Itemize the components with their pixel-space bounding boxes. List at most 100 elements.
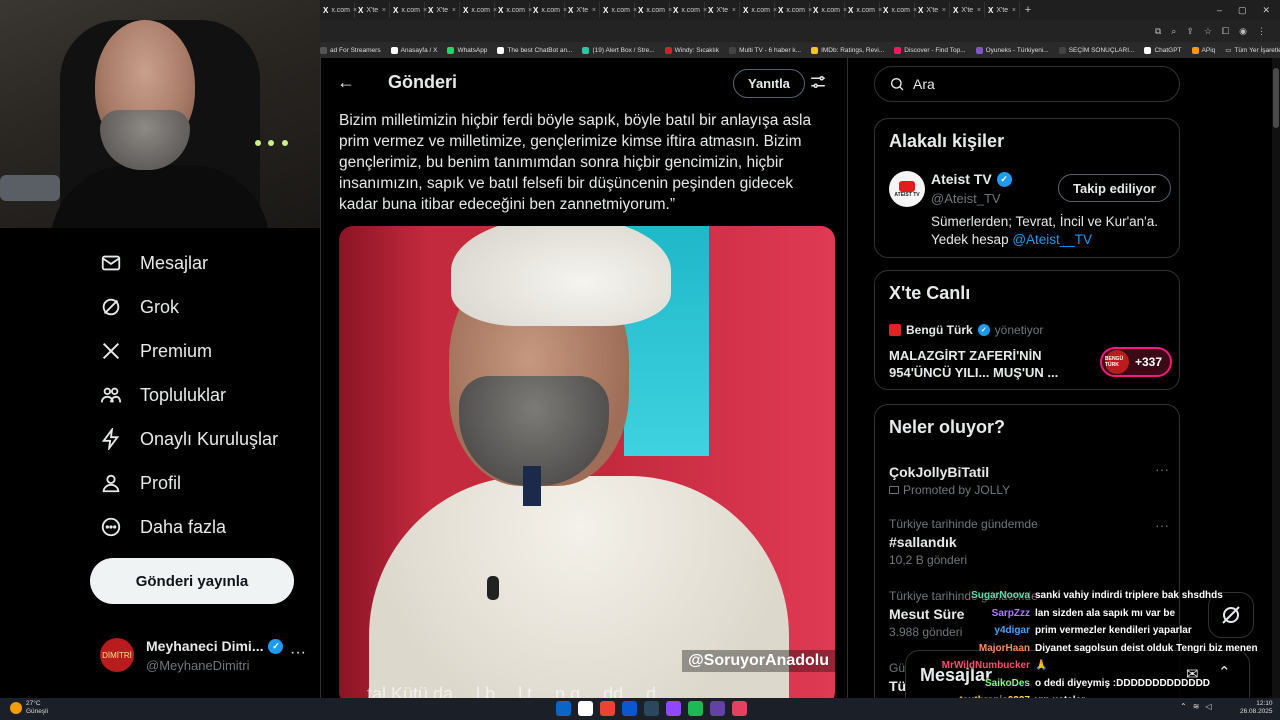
- taskbar-app-icon[interactable]: [710, 701, 725, 716]
- taskbar-app-icon[interactable]: [644, 701, 659, 716]
- browser-tab[interactable]: X X'te ×: [355, 2, 390, 18]
- search-input[interactable]: [913, 76, 1163, 92]
- taskbar-app-icon[interactable]: [688, 701, 703, 716]
- profile-icon[interactable]: ◉: [1239, 26, 1247, 37]
- reply-button[interactable]: Yanıtla: [733, 69, 805, 98]
- live-host[interactable]: Bengü Türk ✓ yönetiyor: [889, 323, 1043, 337]
- trend-more-icon[interactable]: ···: [1155, 461, 1169, 477]
- bookmark-item[interactable]: SEÇİM SONUÇLARI...: [1058, 46, 1134, 54]
- bookmark-item[interactable]: Oyuneks - Türkiyeni...: [975, 46, 1049, 54]
- maximize-icon[interactable]: ▢: [1238, 5, 1247, 16]
- minimize-icon[interactable]: –: [1217, 5, 1222, 16]
- close-tab-icon[interactable]: ×: [592, 7, 596, 14]
- browser-tab[interactable]: Xx.com ×: [740, 2, 777, 18]
- browser-tab[interactable]: Xx.com ×: [530, 2, 567, 18]
- post-button[interactable]: Gönderi yayınla: [90, 558, 294, 604]
- bio-link[interactable]: @Ateist__TV: [1012, 232, 1092, 247]
- browser-tab[interactable]: Xx.com ×: [775, 2, 812, 18]
- sidebar-item-verified-orgs[interactable]: Onaylı Kuruluşlar: [100, 428, 278, 450]
- browser-tab[interactable]: Xx.com ×: [880, 2, 917, 18]
- bookmark-item[interactable]: Discover - Find Top...: [894, 46, 966, 54]
- browser-tab[interactable]: Xx.com ×: [810, 2, 847, 18]
- related-people-title: Alakalı kişiler: [889, 131, 1005, 151]
- bookmark-item[interactable]: The best ChatBot an...: [497, 46, 572, 54]
- browser-tab[interactable]: Xx.com ×: [320, 2, 357, 18]
- account-more-icon[interactable]: ···: [290, 644, 306, 662]
- zoom-icon[interactable]: ⌕: [1171, 26, 1176, 37]
- weather-widget[interactable]: 27°C Güneşli: [10, 700, 48, 716]
- wifi-icon[interactable]: ≋: [1193, 702, 1200, 711]
- taskbar-app-icon[interactable]: [622, 701, 637, 716]
- related-name-row[interactable]: Ateist TV ✓: [931, 171, 1012, 187]
- bookmark-item[interactable]: ChatGPT: [1144, 46, 1182, 54]
- close-window-icon[interactable]: ✕: [1262, 5, 1270, 16]
- browser-tab[interactable]: Xx.com ×: [845, 2, 882, 18]
- taskbar-app-icon[interactable]: [666, 701, 681, 716]
- close-tab-icon[interactable]: ×: [977, 7, 981, 14]
- live-headline[interactable]: MALAZGİRT ZAFERİ'NİN 954'ÜNCÜ YILI... MU…: [889, 347, 1079, 381]
- all-bookmarks[interactable]: ▭Tüm Yer İşaretleri: [1225, 46, 1280, 55]
- browser-tab[interactable]: X X'te ×: [565, 2, 600, 18]
- search-box[interactable]: [874, 66, 1180, 102]
- volume-icon[interactable]: ◁: [1205, 702, 1211, 711]
- bookmark-item[interactable]: (19) Alert Box / Stre...: [582, 46, 655, 54]
- sidebar-item-premium[interactable]: Premium: [100, 340, 212, 362]
- bookmark-item[interactable]: WhatsApp: [447, 46, 487, 54]
- clock[interactable]: 12:10 26.08.2025: [1240, 700, 1273, 716]
- close-tab-icon[interactable]: ×: [732, 7, 736, 14]
- avatar[interactable]: ATEIST TV: [889, 171, 925, 207]
- sidebar-item-profile[interactable]: Profil: [100, 472, 181, 494]
- bookmark-item[interactable]: Windy: Sıcaklık: [664, 46, 719, 54]
- post-video[interactable]: @SoruyorAnadolu …tal Kütü da …l b …l t ……: [339, 226, 835, 706]
- browser-tab[interactable]: Xx.com ×: [600, 2, 637, 18]
- taskbar-app-icon[interactable]: [578, 701, 593, 716]
- close-tab-icon[interactable]: ×: [1012, 7, 1016, 14]
- browser-tab[interactable]: Xx.com ×: [390, 2, 427, 18]
- trend-more-icon[interactable]: ···: [1155, 517, 1169, 533]
- bookmark-item[interactable]: ad For Streamers: [320, 46, 381, 54]
- trend-item[interactable]: ÇokJollyBiTatil Promoted by JOLLY ···: [889, 461, 1169, 497]
- browser-tab[interactable]: Xx.com ×: [635, 2, 672, 18]
- browser-tab[interactable]: X X'te ×: [705, 2, 740, 18]
- share-icon[interactable]: ⇪: [1186, 26, 1194, 37]
- close-tab-icon[interactable]: ×: [382, 7, 386, 14]
- scrollbar-thumb[interactable]: [1273, 68, 1279, 128]
- bookmark-favicon-icon: [447, 46, 455, 54]
- browser-tab[interactable]: X X'te ×: [985, 2, 1020, 18]
- sliders-icon[interactable]: [809, 73, 827, 91]
- browser-tab[interactable]: Xx.com ×: [460, 2, 497, 18]
- sidebar-item-grok[interactable]: Grok: [100, 296, 179, 318]
- browser-menu-icon[interactable]: ⋮: [1257, 26, 1266, 37]
- browser-tab[interactable]: X X'te ×: [425, 2, 460, 18]
- new-tab-button[interactable]: +: [1020, 4, 1036, 16]
- sidebar-item-more[interactable]: Daha fazla: [100, 516, 226, 538]
- tray-chevron-icon[interactable]: ⌃: [1180, 702, 1187, 711]
- live-join-pill[interactable]: BENGÜ TÜRK +337: [1100, 347, 1173, 377]
- promoted-text: Promoted by JOLLY: [903, 483, 1011, 497]
- bookmark-item[interactable]: Multi TV - 6 haber k...: [729, 46, 801, 54]
- trend-item[interactable]: Türkiye tarihinde gündemde #sallandık 10…: [889, 517, 1169, 567]
- browser-tab[interactable]: X X'te ×: [950, 2, 985, 18]
- clock-date: 26.08.2025: [1240, 708, 1273, 715]
- following-button[interactable]: Takip ediliyor: [1058, 174, 1171, 202]
- account-switcher[interactable]: DİMİTRİ Meyhaneci Dimi... ✓ @MeyhaneDimi…: [100, 636, 310, 676]
- bookmark-item[interactable]: APiq: [1191, 46, 1215, 54]
- bookmark-item[interactable]: IMDb: Ratings, Revi...: [811, 46, 884, 54]
- bookmark-item[interactable]: Anasayfa / X: [390, 46, 437, 54]
- cast-icon[interactable]: ⧉: [1155, 26, 1161, 37]
- back-arrow-icon[interactable]: ←: [337, 72, 355, 93]
- sidebar-item-messages[interactable]: Mesajlar: [100, 252, 208, 274]
- browser-tab[interactable]: X X'te ×: [915, 2, 950, 18]
- taskbar-app-icon[interactable]: [556, 701, 571, 716]
- extensions-icon[interactable]: ⧠: [1222, 26, 1229, 37]
- bookmark-star-icon[interactable]: ☆: [1204, 26, 1212, 37]
- taskbar-app-icon[interactable]: [600, 701, 615, 716]
- close-tab-icon[interactable]: ×: [452, 7, 456, 14]
- close-tab-icon[interactable]: ×: [942, 7, 946, 14]
- video-watermark: @SoruyorAnadolu: [682, 650, 835, 672]
- envelope-icon: [101, 255, 121, 271]
- taskbar-app-icon[interactable]: [732, 701, 747, 716]
- sidebar-item-communities[interactable]: Topluluklar: [100, 384, 226, 406]
- browser-tab[interactable]: Xx.com ×: [670, 2, 707, 18]
- browser-tab[interactable]: Xx.com ×: [495, 2, 532, 18]
